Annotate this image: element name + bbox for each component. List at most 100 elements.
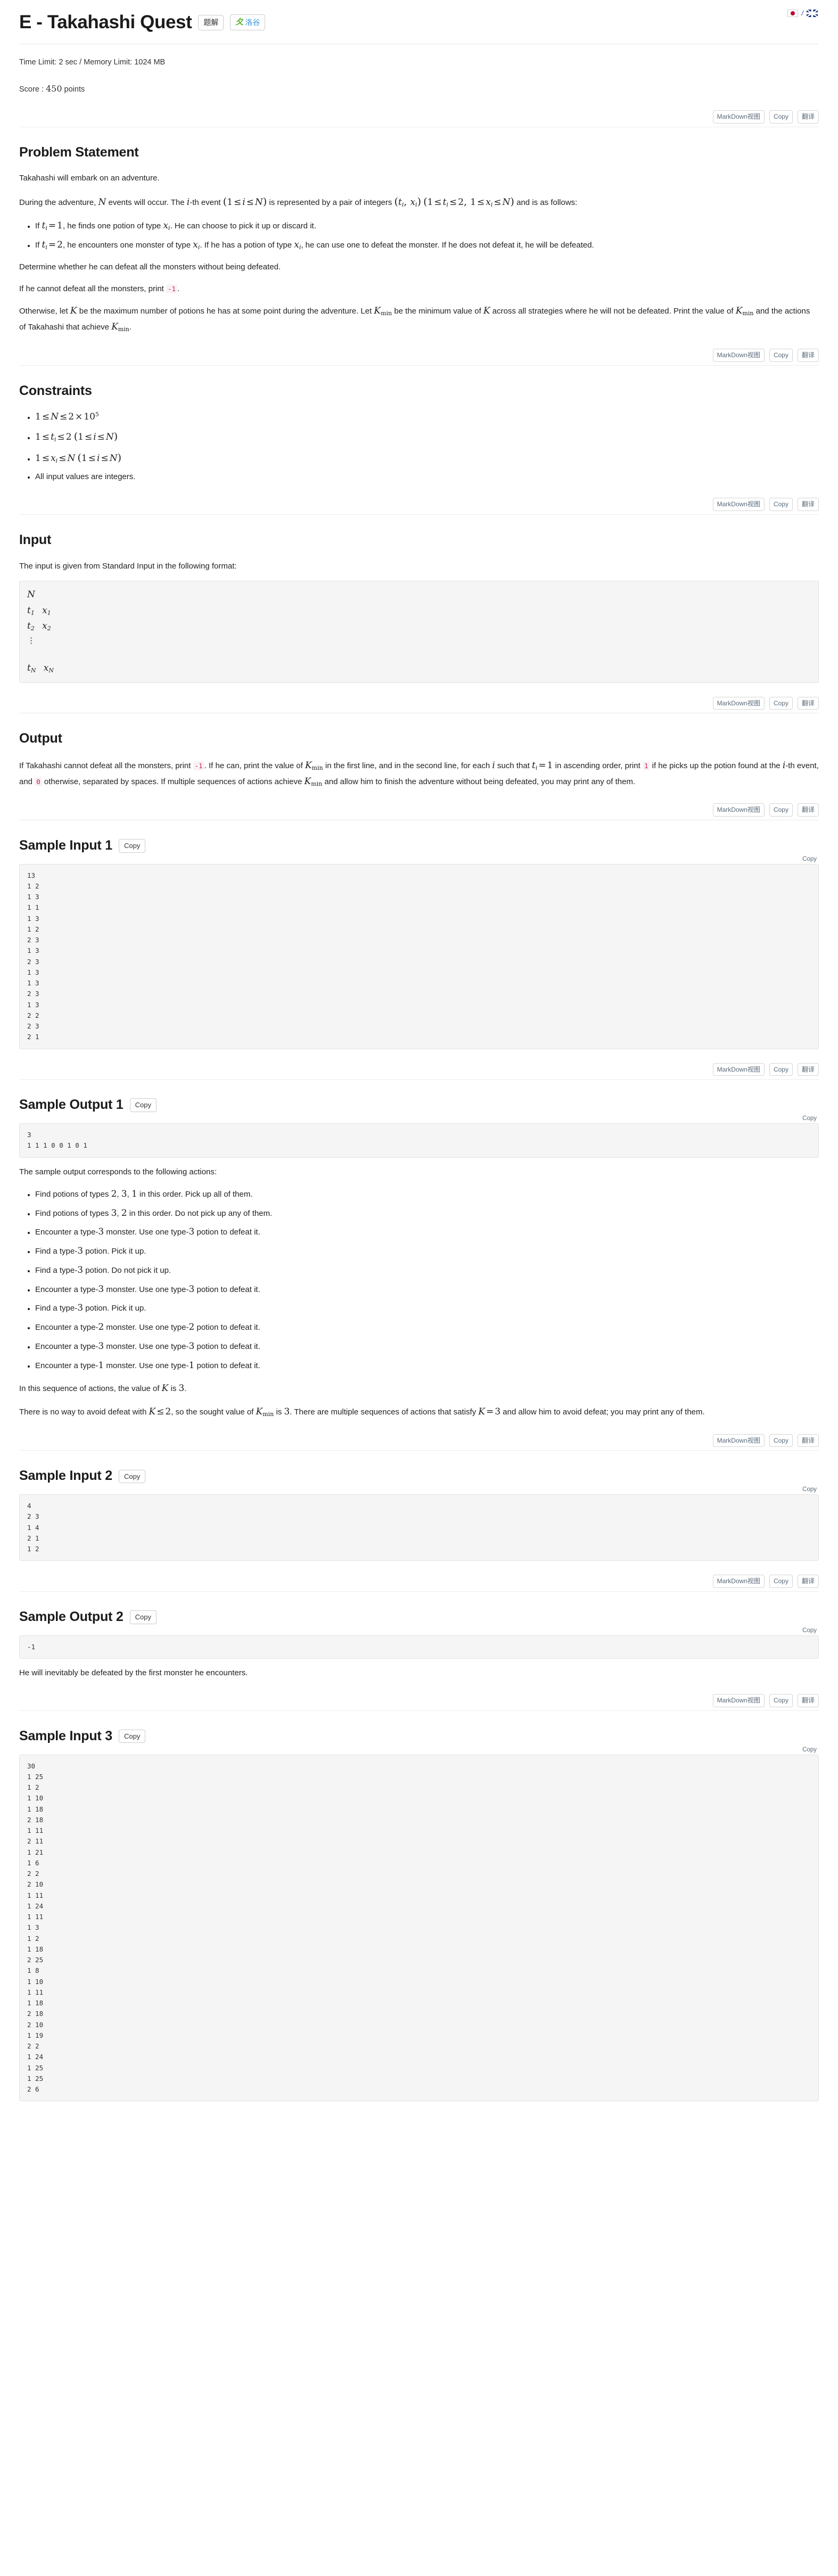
translate-button[interactable]: 翻译 bbox=[797, 1575, 819, 1588]
text-frag: be the minimum value of bbox=[392, 306, 483, 316]
translate-button[interactable]: 翻译 bbox=[797, 1063, 819, 1076]
toolbar-divider bbox=[19, 514, 819, 515]
sample-input-3-heading: Sample Input 3 Copy bbox=[19, 1725, 819, 1748]
copy-button[interactable]: Copy bbox=[769, 696, 793, 710]
copy-float-button[interactable]: Copy bbox=[802, 1113, 817, 1124]
score-value: 450 bbox=[45, 83, 62, 94]
text-frag: . bbox=[177, 284, 180, 293]
math-kmin-value: 3 bbox=[284, 1406, 290, 1418]
explanation1-k-value: In this sequence of actions, the value o… bbox=[19, 1381, 819, 1397]
input-heading: Input bbox=[19, 532, 52, 547]
math-pair-cond: (1 ≤ ti ≤2, 1 ≤ xi ≤ N) bbox=[423, 195, 514, 208]
list-item: Find potions of types 2, 3, 1 in this or… bbox=[35, 1187, 819, 1203]
uk-flag-icon[interactable] bbox=[807, 10, 818, 18]
text-frag: . If he can, print the value of bbox=[204, 761, 305, 770]
translate-button[interactable]: 翻译 bbox=[797, 1694, 819, 1707]
copy-float-button[interactable]: Copy bbox=[802, 854, 817, 865]
copy-sample-input-3-button[interactable]: Copy bbox=[119, 1729, 146, 1743]
sample-output-1-block: Copy 3 1 1 1 0 0 1 0 1 bbox=[19, 1115, 819, 1158]
copy-float-button[interactable]: Copy bbox=[802, 1484, 817, 1495]
input-description: The input is given from Standard Input i… bbox=[19, 561, 237, 571]
translate-button[interactable]: 翻译 bbox=[797, 110, 819, 124]
math-N: N bbox=[98, 196, 106, 208]
list-item: 1≤xi≤N (1≤i≤N) bbox=[35, 449, 819, 467]
markdown-view-button[interactable]: MarkDown视图 bbox=[712, 498, 765, 511]
list-item: All input values are integers. bbox=[35, 470, 819, 484]
sample-output-1-pre: 3 1 1 1 0 0 1 0 1 bbox=[19, 1123, 819, 1158]
markdown-view-button[interactable]: MarkDown视图 bbox=[712, 1063, 765, 1076]
sample-output-2-pre: -1 bbox=[19, 1635, 819, 1659]
constraints-list: 1≤N≤2×105 1≤ti≤2 (1≤i≤N) 1≤xi≤N (1≤i≤N) … bbox=[19, 409, 819, 484]
copy-sample-input-2-button[interactable]: Copy bbox=[119, 1469, 146, 1484]
title-row: E - Takahashi Quest 题解 夂 洛谷 bbox=[0, 0, 838, 33]
sample-input-3-pre: 30 1 25 1 2 1 10 1 18 2 18 1 11 2 11 1 2… bbox=[19, 1754, 819, 2102]
section-toolbar: MarkDown视图 Copy 翻译 bbox=[19, 1575, 819, 1588]
text-frag: , he encounters one monster of type bbox=[62, 240, 193, 250]
editorial-button[interactable]: 题解 bbox=[198, 14, 224, 30]
copy-sample-input-1-button[interactable]: Copy bbox=[119, 839, 146, 853]
math-k-value: 3 bbox=[178, 1383, 185, 1394]
text-frag: if he picks up the potion found at the bbox=[650, 761, 783, 770]
markdown-view-button[interactable]: MarkDown视图 bbox=[712, 1694, 765, 1707]
text-frag: If he cannot defeat all the monsters, pr… bbox=[19, 284, 166, 293]
markdown-view-button[interactable]: MarkDown视图 bbox=[712, 1575, 765, 1588]
input-format-block: N t1 x1 t2 x2 ⋮ tN xN bbox=[19, 580, 819, 683]
math-pair: (ti, xi) bbox=[394, 195, 421, 208]
list-item: Find a type-3 potion. Do not pick it up. bbox=[35, 1263, 819, 1279]
list-item: 1≤ti≤2 (1≤i≤N) bbox=[35, 428, 819, 446]
list-item: If ti=2, he encounters one monster of ty… bbox=[35, 237, 819, 253]
translate-button[interactable]: 翻译 bbox=[797, 696, 819, 710]
translate-button[interactable]: 翻译 bbox=[797, 803, 819, 817]
math-K: K bbox=[161, 1383, 169, 1394]
heading-label: Sample Input 2 bbox=[19, 1468, 113, 1484]
markdown-view-button[interactable]: MarkDown视图 bbox=[712, 696, 765, 710]
copy-float-button[interactable]: Copy bbox=[802, 1744, 817, 1755]
section-toolbar: MarkDown视图 Copy 翻译 bbox=[19, 1063, 819, 1076]
page-title: E - Takahashi Quest bbox=[19, 12, 192, 32]
markdown-view-button[interactable]: MarkDown视图 bbox=[712, 349, 765, 362]
list-item: Encounter a type-2 monster. Use one type… bbox=[35, 1320, 819, 1336]
text-frag: Otherwise, let bbox=[19, 306, 70, 316]
copy-sample-output-1-button[interactable]: Copy bbox=[129, 1098, 157, 1112]
explanation1-actions: Find potions of types 2, 3, 1 in this or… bbox=[19, 1187, 819, 1374]
score-label: Score : bbox=[19, 85, 46, 94]
copy-button[interactable]: Copy bbox=[769, 1434, 793, 1447]
markdown-view-button[interactable]: MarkDown视图 bbox=[712, 110, 765, 124]
sample-output-1-heading: Sample Output 1 Copy bbox=[19, 1093, 819, 1117]
copy-button[interactable]: Copy bbox=[769, 110, 793, 124]
jp-flag-icon[interactable] bbox=[787, 10, 799, 18]
list-item: Encounter a type-3 monster. Use one type… bbox=[35, 1282, 819, 1298]
section-toolbar: MarkDown视图 Copy 翻译 bbox=[19, 1694, 819, 1707]
copy-button[interactable]: Copy bbox=[769, 498, 793, 511]
explanation2-text: He will inevitably be defeated by the fi… bbox=[19, 1668, 248, 1677]
markdown-view-button[interactable]: MarkDown视图 bbox=[712, 803, 765, 817]
text-frag: and allow him to avoid defeat; you may p… bbox=[500, 1408, 705, 1417]
text-frag: . bbox=[129, 322, 132, 332]
language-toggle[interactable]: / bbox=[787, 7, 818, 20]
explanation1-final: There is no way to avoid defeat with K ≤2… bbox=[19, 1406, 705, 1418]
statement-p4: If he cannot defeat all the monsters, pr… bbox=[19, 282, 819, 296]
text-frag: . bbox=[184, 1384, 187, 1394]
copy-button[interactable]: Copy bbox=[769, 349, 793, 362]
copy-button[interactable]: Copy bbox=[769, 803, 793, 817]
sample-input-2-block: Copy 4 2 3 1 4 2 1 1 2 bbox=[19, 1486, 819, 1561]
math-K: K bbox=[70, 305, 77, 316]
copy-button[interactable]: Copy bbox=[769, 1063, 793, 1076]
copy-sample-output-2-button[interactable]: Copy bbox=[129, 1610, 157, 1624]
copy-float-button[interactable]: Copy bbox=[802, 1625, 817, 1636]
luogu-label: 洛谷 bbox=[245, 18, 260, 27]
markdown-view-button[interactable]: MarkDown视图 bbox=[712, 1434, 765, 1447]
code-minus-one: -1 bbox=[166, 284, 178, 293]
section-toolbar: MarkDown视图 Copy 翻译 bbox=[19, 349, 819, 362]
translate-button[interactable]: 翻译 bbox=[797, 349, 819, 362]
constraints-heading: Constraints bbox=[19, 383, 92, 398]
limits-text: Time Limit: 2 sec / Memory Limit: 1024 M… bbox=[19, 58, 166, 67]
translate-button[interactable]: 翻译 bbox=[797, 498, 819, 511]
translate-button[interactable]: 翻译 bbox=[797, 1434, 819, 1447]
copy-button[interactable]: Copy bbox=[769, 1575, 793, 1588]
luogu-link-button[interactable]: 夂 洛谷 bbox=[230, 14, 266, 31]
text-frag: , he can use one to defeat the monster. … bbox=[301, 240, 594, 250]
sample-input-1-pre: 13 1 2 1 3 1 1 1 3 1 2 2 3 1 3 2 3 1 3 1… bbox=[19, 863, 819, 1049]
copy-button[interactable]: Copy bbox=[769, 1694, 793, 1707]
text-frag: be the maximum number of potions he has … bbox=[77, 306, 374, 316]
